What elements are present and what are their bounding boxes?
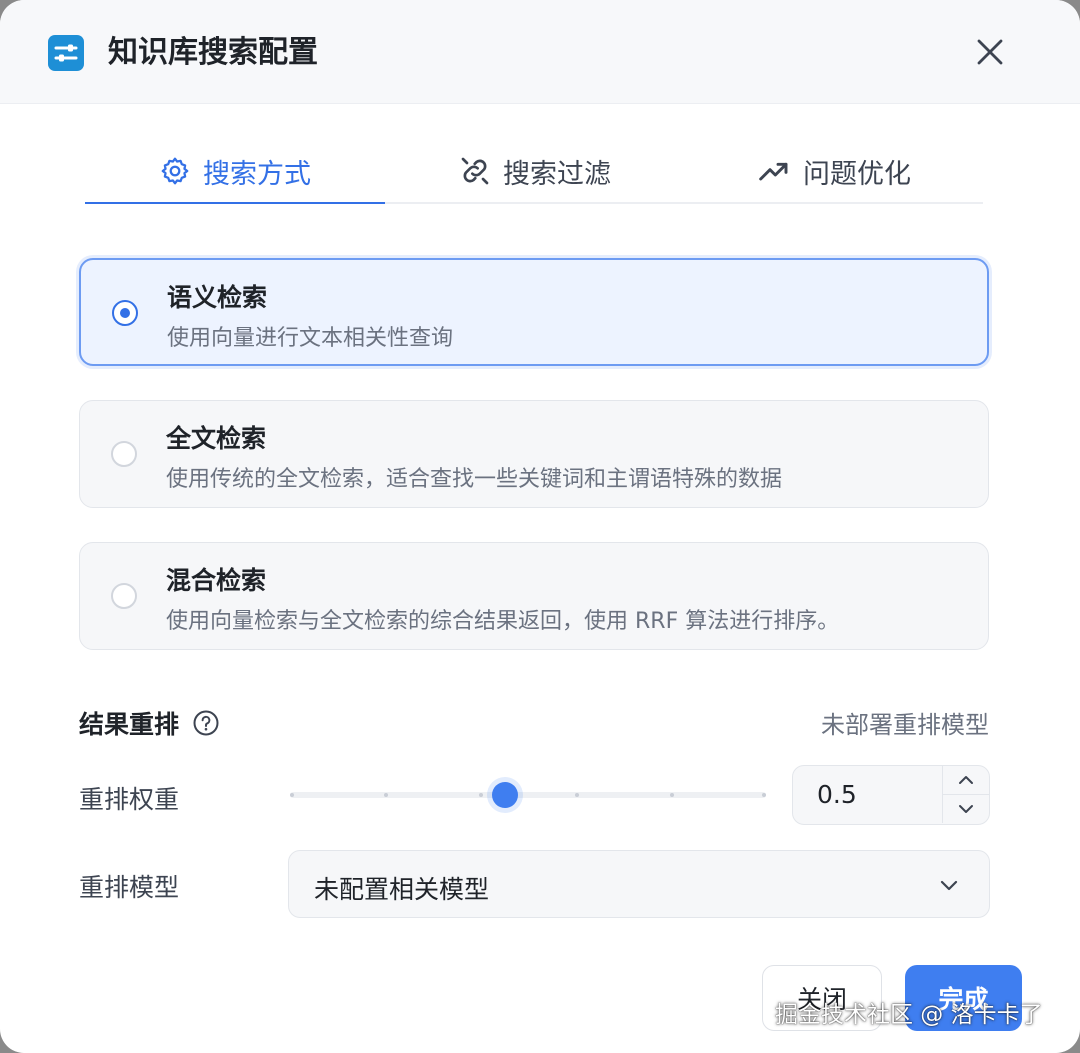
search-mode-hybrid[interactable]: 混合检索 使用向量检索与全文检索的综合结果返回，使用 RRF 算法进行排序。	[79, 542, 989, 650]
rerank-weight-label: 重排权重	[79, 785, 180, 814]
option-description: 使用向量检索与全文检索的综合结果返回，使用 RRF 算法进行排序。	[166, 609, 840, 634]
slider-tick	[670, 793, 674, 797]
option-description: 使用向量进行文本相关性查询	[167, 326, 454, 351]
option-title: 混合检索	[166, 566, 267, 595]
chevron-down-icon	[959, 805, 973, 813]
rerank-section-title: 结果重排	[79, 710, 180, 739]
tab-search-filter[interactable]: 搜索过滤	[385, 140, 685, 202]
option-title: 语义检索	[167, 283, 268, 312]
slider-tick	[290, 793, 294, 797]
stepper-decrement-button[interactable]	[943, 795, 989, 823]
tab-label: 搜索过滤	[503, 158, 611, 190]
rerank-model-select[interactable]: 未配置相关模型	[288, 850, 990, 918]
select-value: 未配置相关模型	[314, 875, 490, 904]
rerank-weight-slider[interactable]	[290, 780, 766, 810]
rerank-weight-stepper[interactable]: 0.5	[792, 765, 990, 825]
tab-query-optimize[interactable]: 问题优化	[685, 140, 983, 202]
slider-thumb[interactable]	[492, 782, 518, 808]
slider-tick	[575, 793, 579, 797]
stepper-value[interactable]: 0.5	[817, 780, 857, 809]
rerank-model-label: 重排模型	[79, 873, 180, 902]
option-title: 全文检索	[166, 424, 267, 453]
search-mode-semantic[interactable]: 语义检索 使用向量进行文本相关性查询	[79, 258, 989, 366]
help-icon[interactable]	[192, 709, 220, 737]
chevron-down-icon	[940, 880, 958, 891]
tab-label: 问题优化	[803, 158, 911, 190]
slider-tick	[479, 793, 483, 797]
slider-track	[290, 792, 766, 798]
tab-search-mode[interactable]: 搜索方式	[85, 140, 385, 204]
radio-unselected[interactable]	[111, 583, 137, 609]
trending-up-icon	[759, 162, 788, 181]
rerank-status: 未部署重排模型	[821, 711, 989, 739]
option-description: 使用传统的全文检索，适合查找一些关键词和主谓语特殊的数据	[166, 467, 783, 492]
search-config-dialog: 知识库搜索配置 搜索方式 搜索过滤 问题优化 语义检索 使用向量进行文本相关性查…	[0, 0, 1080, 1053]
slider-tick	[384, 793, 388, 797]
search-mode-fulltext[interactable]: 全文检索 使用传统的全文检索，适合查找一些关键词和主谓语特殊的数据	[79, 400, 989, 508]
dialog-header: 知识库搜索配置	[0, 0, 1080, 104]
close-icon[interactable]	[968, 30, 1012, 74]
chevron-up-icon	[959, 776, 973, 784]
sliders-icon	[48, 35, 84, 71]
dialog-title: 知识库搜索配置	[108, 35, 318, 70]
tab-label: 搜索方式	[203, 158, 311, 190]
stepper-buttons	[942, 766, 989, 823]
slider-tick	[762, 793, 766, 797]
radio-dot	[120, 308, 130, 318]
watermark: 掘金技术社区 @ 洛卡卡了	[775, 1002, 1043, 1028]
tab-bar: 搜索方式 搜索过滤 问题优化	[85, 140, 983, 204]
active-tab-indicator	[85, 202, 385, 204]
radio-selected[interactable]	[112, 300, 138, 326]
stepper-increment-button[interactable]	[943, 766, 989, 795]
radio-unselected[interactable]	[111, 441, 137, 467]
link-icon	[461, 157, 489, 185]
gear-icon	[161, 157, 189, 185]
